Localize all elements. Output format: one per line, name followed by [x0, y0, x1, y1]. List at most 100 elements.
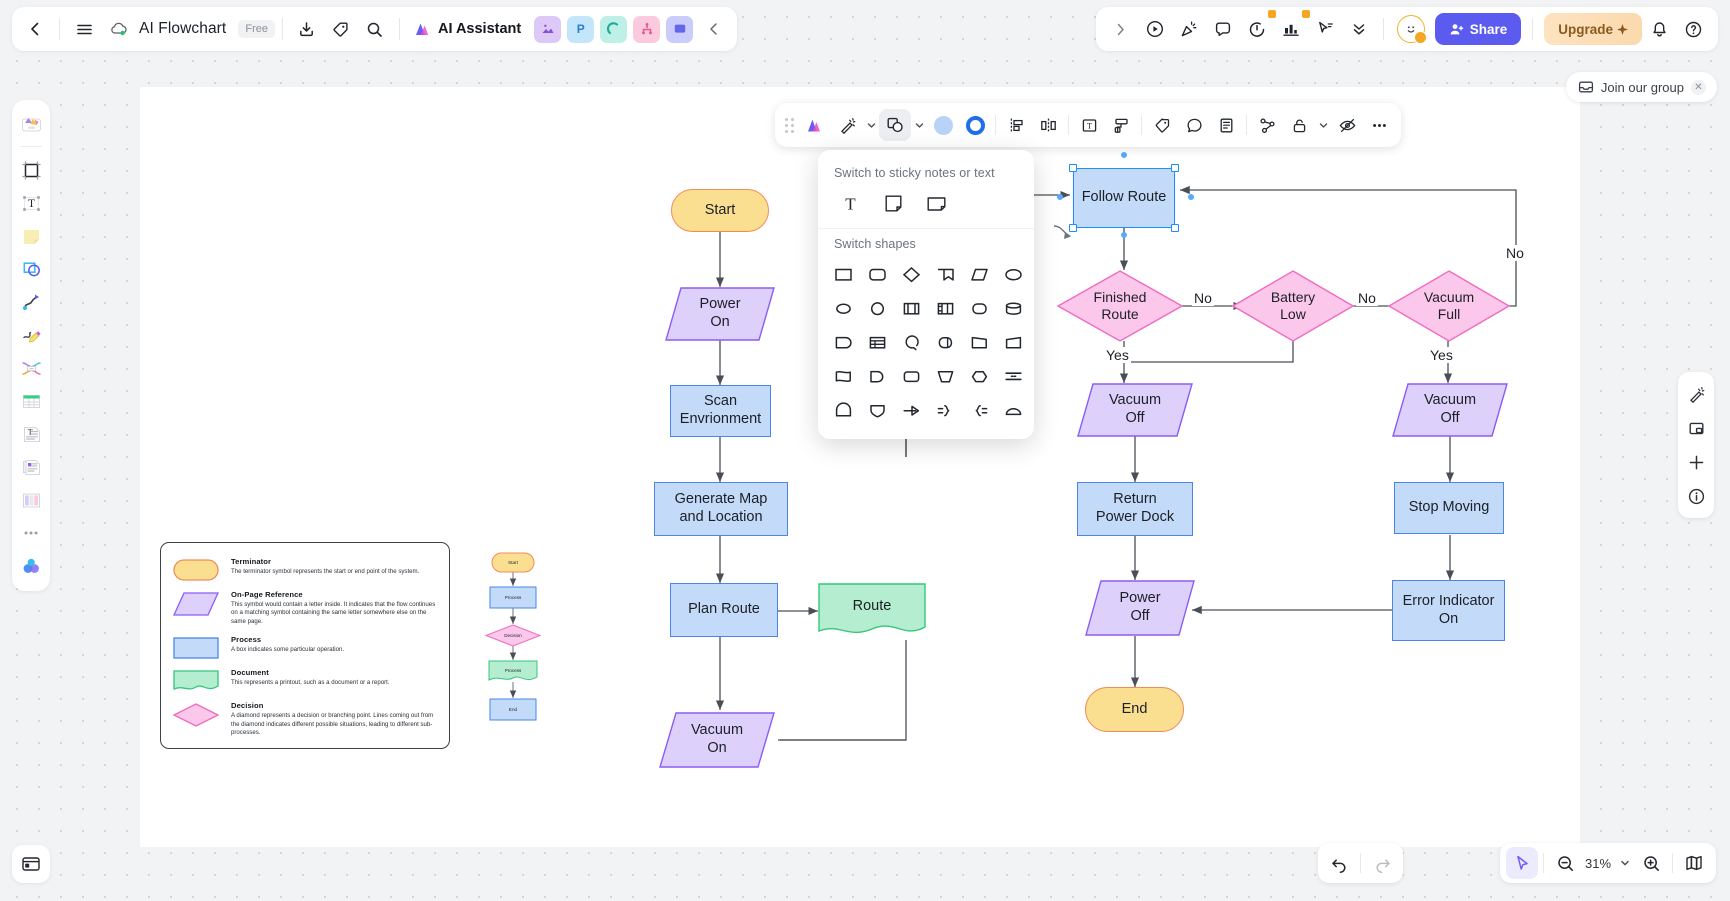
- shape-option-loop-limit[interactable]: [895, 326, 928, 359]
- drag-handle-icon[interactable]: [781, 113, 797, 137]
- connect-anchor-top[interactable]: [1121, 152, 1127, 158]
- shape-option-arrow[interactable]: [895, 394, 928, 427]
- ai-assistant-button[interactable]: AI Assistant: [407, 20, 528, 39]
- sidebar-item-templates[interactable]: [16, 108, 46, 138]
- rail-item-info[interactable]: [1681, 480, 1711, 512]
- toolbar-fill-color-button[interactable]: [927, 109, 959, 141]
- toolbar-lock-button[interactable]: [1283, 109, 1315, 141]
- node-stop-moving[interactable]: Stop Moving: [1394, 482, 1504, 534]
- help-button[interactable]: [1676, 12, 1710, 46]
- sidebar-item-pages[interactable]: [12, 845, 50, 883]
- shape-option-database[interactable]: [997, 292, 1030, 325]
- zoom-level-value[interactable]: 31%: [1581, 856, 1615, 871]
- node-follow-route[interactable]: Follow Route: [1073, 168, 1175, 228]
- sidebar-item-sticky-note[interactable]: [16, 221, 46, 251]
- expand-toolbar-button[interactable]: [1104, 12, 1138, 46]
- legend-card[interactable]: Terminator The terminator symbol represe…: [160, 542, 450, 749]
- shape-option-shield[interactable]: [861, 394, 894, 427]
- toolbar-hide-button[interactable]: [1331, 109, 1363, 141]
- rail-item-pip[interactable]: [1681, 412, 1711, 444]
- vote-button[interactable]: [1274, 10, 1310, 46]
- sidebar-item-card[interactable]: [16, 452, 46, 482]
- toolbar-more-button[interactable]: [1363, 109, 1395, 141]
- toolbar-comment-button[interactable]: [1178, 109, 1210, 141]
- resize-handle-tl[interactable]: [1069, 164, 1077, 172]
- toolbar-connect-button[interactable]: [1251, 109, 1283, 141]
- tag-button[interactable]: [324, 12, 358, 46]
- shape-option-rounded-square[interactable]: [963, 292, 996, 325]
- toolbar-line-color-button[interactable]: [959, 109, 991, 141]
- switch-to-sticky-wide-option[interactable]: [920, 187, 953, 220]
- celebrate-button[interactable]: [1172, 12, 1206, 46]
- sidebar-item-frame[interactable]: [16, 155, 46, 185]
- shape-option-terminal-d[interactable]: [861, 360, 894, 393]
- shape-option-diamond[interactable]: [895, 258, 928, 291]
- node-vacuum-off-right[interactable]: Vacuum Off: [1392, 383, 1508, 437]
- connect-anchor-bottom[interactable]: [1121, 232, 1127, 238]
- toolbar-distribute-button[interactable]: [1032, 109, 1064, 141]
- sidebar-item-pen[interactable]: [16, 320, 46, 350]
- connect-anchor-left[interactable]: [1057, 194, 1063, 200]
- toolbar-switch-shape-button[interactable]: [879, 109, 911, 141]
- cursor-share-button[interactable]: [1308, 12, 1342, 46]
- minimap-button[interactable]: [1678, 847, 1710, 879]
- resize-handle-br[interactable]: [1171, 224, 1179, 232]
- rail-item-ai-magic[interactable]: [1681, 378, 1711, 410]
- node-vacuum-off-left[interactable]: Vacuum Off: [1077, 383, 1193, 437]
- node-plan-route[interactable]: Plan Route: [670, 583, 778, 637]
- sidebar-item-plugins[interactable]: [16, 551, 46, 581]
- shape-option-rounded-hex[interactable]: [895, 360, 928, 393]
- shape-option-predefined-process[interactable]: [895, 292, 928, 325]
- comment-button[interactable]: [1206, 12, 1240, 46]
- toolbar-text-format-button[interactable]: T: [1073, 109, 1105, 141]
- cloud-status[interactable]: [101, 12, 135, 46]
- upgrade-button[interactable]: Upgrade: [1544, 13, 1642, 45]
- shape-option-rectangle[interactable]: [827, 258, 860, 291]
- app-chip-orgchart[interactable]: [633, 15, 661, 43]
- node-return-power-dock[interactable]: Return Power Dock: [1077, 482, 1193, 536]
- join-group-banner[interactable]: Join our group ✕: [1565, 72, 1717, 102]
- shape-option-delay[interactable]: [827, 326, 860, 359]
- shape-option-manual-input[interactable]: [997, 326, 1030, 359]
- toolbar-align-button[interactable]: [1000, 109, 1032, 141]
- app-chip-image[interactable]: [534, 15, 562, 43]
- toolbar-ai-button[interactable]: [799, 109, 831, 141]
- timer-button[interactable]: [1240, 10, 1276, 46]
- toolbar-lock-caret[interactable]: [1315, 109, 1331, 141]
- redo-button[interactable]: [1366, 847, 1398, 879]
- shape-option-trapezoid-left[interactable]: [963, 326, 996, 359]
- present-button[interactable]: [1138, 12, 1172, 46]
- node-generate-map[interactable]: Generate Map and Location: [654, 482, 788, 536]
- node-vacuum-on[interactable]: Vacuum On: [659, 712, 775, 768]
- shape-option-ellipse[interactable]: [827, 292, 860, 325]
- search-button[interactable]: [358, 12, 392, 46]
- node-error-indicator-on[interactable]: Error Indicator On: [1392, 580, 1505, 641]
- zoom-in-button[interactable]: [1635, 847, 1667, 879]
- shape-option-flag[interactable]: [827, 360, 860, 393]
- switch-to-sticky-square-option[interactable]: [877, 187, 910, 220]
- shape-option-bell[interactable]: [827, 394, 860, 427]
- connect-anchor-right[interactable]: [1188, 194, 1194, 200]
- node-vacuum-full[interactable]: Vacuum Full: [1388, 270, 1510, 342]
- rail-item-add[interactable]: [1681, 446, 1711, 478]
- sidebar-item-kanban[interactable]: [16, 485, 46, 515]
- more-options-button[interactable]: [1342, 12, 1376, 46]
- shape-option-half-ellipse[interactable]: [997, 394, 1030, 427]
- collapse-apps-button[interactable]: [697, 12, 731, 46]
- toolbar-note-button[interactable]: [1210, 109, 1242, 141]
- app-chip-mindmap[interactable]: [600, 15, 628, 43]
- shape-option-circle[interactable]: [861, 292, 894, 325]
- document-title[interactable]: AI Flowchart: [135, 20, 230, 38]
- main-menu-button[interactable]: [67, 12, 101, 46]
- toolbar-tag-button[interactable]: [1146, 109, 1178, 141]
- shape-option-ellipse-wide[interactable]: [997, 258, 1030, 291]
- toolbar-format-painter-button[interactable]: [1105, 109, 1137, 141]
- node-scan-environment[interactable]: Scan Envrionment: [670, 385, 771, 437]
- resize-handle-tr[interactable]: [1171, 164, 1179, 172]
- sidebar-item-connector[interactable]: [16, 287, 46, 317]
- node-start[interactable]: Start: [671, 189, 769, 232]
- share-button[interactable]: Share: [1434, 13, 1522, 45]
- shape-option-parallelogram[interactable]: [963, 258, 996, 291]
- switch-to-text-option[interactable]: T: [834, 187, 867, 220]
- mini-flow-preview[interactable]: Start Process Decision Process End: [478, 550, 548, 740]
